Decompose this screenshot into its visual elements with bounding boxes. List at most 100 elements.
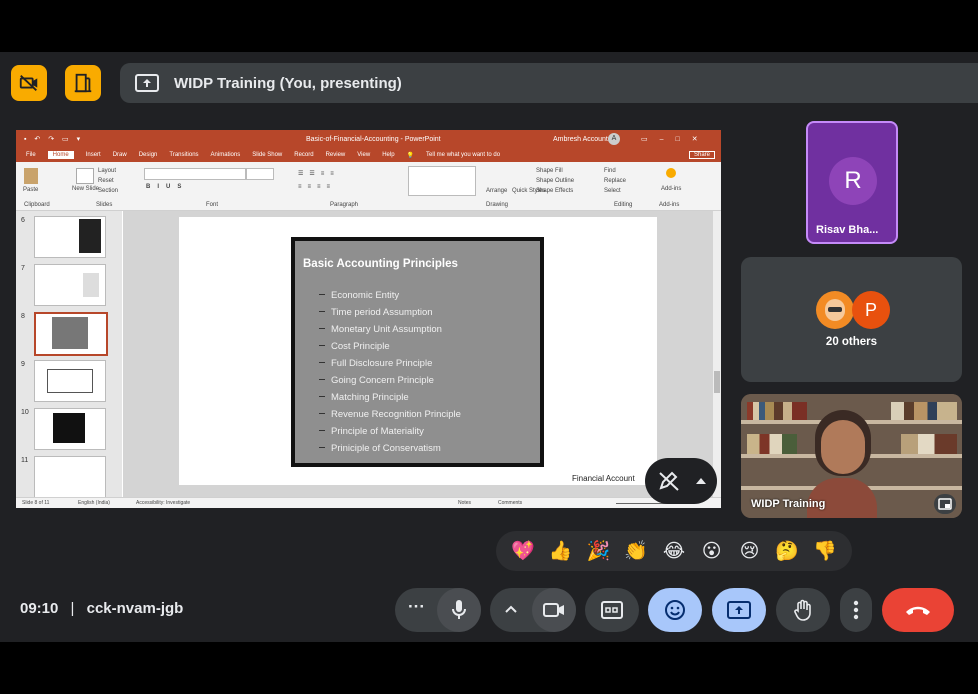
slide-thumbnail[interactable] [34, 456, 106, 498]
books [891, 402, 957, 420]
shape-fill-button[interactable]: Shape Fill [536, 168, 563, 174]
slide-thumbnail[interactable] [34, 408, 106, 450]
caret-up-icon[interactable] [695, 476, 707, 486]
reactions-button[interactable] [648, 588, 702, 632]
tab-file[interactable]: File [26, 152, 36, 158]
raise-hand-button[interactable] [776, 588, 830, 632]
shape-effects-button[interactable]: Shape Effects [536, 188, 573, 194]
reaction-thumbs-up[interactable]: 👍 [545, 539, 577, 563]
more-vert-icon [853, 600, 859, 620]
slide-thumbnail[interactable] [34, 360, 106, 402]
tell-me-box[interactable]: Tell me what you want to do [426, 152, 500, 158]
presenting-label: WIDP Training (You, presenting) [174, 74, 402, 92]
ppt-account-name: Ambresh Accounts [553, 135, 612, 143]
slide-thumbnail-pane[interactable]: 6 7 8 9 10 11 [16, 211, 122, 498]
slide-bullet: Priniciple of Conservatism [319, 443, 441, 454]
reaction-sparkling-heart[interactable]: 💖 [507, 539, 539, 563]
align-icons[interactable]: ≡≡≡≡ [298, 184, 336, 190]
self-video-tile[interactable]: WIDP Training [741, 394, 962, 518]
others-tile[interactable]: P 20 others [741, 257, 962, 382]
tab-home[interactable]: Home [47, 151, 74, 159]
slide-bullet: Revenue Recognition Principle [319, 409, 461, 420]
ppt-account-avatar[interactable]: A [608, 133, 620, 145]
chevron-up-icon[interactable] [505, 605, 517, 613]
tab-review[interactable]: Review [326, 152, 346, 158]
layout-button[interactable]: Layout [98, 168, 116, 174]
shared-screen: ▪ ↶ ↷ ▭ ▾ Basic-of-Financial-Accounting … [16, 130, 721, 508]
reset-button[interactable]: Reset [98, 178, 114, 184]
tab-animations[interactable]: Animations [211, 152, 241, 158]
reaction-laughing[interactable]: 😂 [658, 540, 690, 563]
arrange-button[interactable]: Arrange [486, 188, 507, 194]
meeting-code[interactable]: cck-nvam-jgb [87, 600, 184, 617]
layout-toggle-button[interactable] [65, 65, 101, 101]
ppt-ribbon: Paste New Slide Layout Reset Section BIU… [16, 162, 721, 211]
add-ins-button[interactable]: Add-ins [661, 186, 681, 192]
slide-thumbnail[interactable] [34, 216, 106, 258]
reaction-surprised[interactable]: 😮 [696, 540, 728, 563]
share-button[interactable]: Share [688, 151, 715, 159]
group-paragraph: Paragraph [330, 202, 359, 208]
reaction-party-popper[interactable]: 🎉 [582, 539, 614, 563]
participant-tile-featured[interactable]: R Risav Bha... [806, 121, 898, 244]
reaction-thumbs-down[interactable]: 👎 [809, 539, 841, 563]
shape-outline-button[interactable]: Shape Outline [536, 178, 574, 184]
accessibility-status[interactable]: Accessibility: Investigate [136, 500, 190, 506]
camera-button[interactable] [532, 588, 576, 632]
door-layout-icon [74, 73, 92, 93]
slide-content-frame[interactable]: Basic Accounting Principles Economic Ent… [291, 237, 544, 467]
new-slide-button[interactable]: New Slide [72, 186, 99, 192]
participant-avatar: R [829, 157, 877, 205]
tab-help[interactable]: Help [382, 152, 394, 158]
reaction-thinking[interactable]: 🤔 [771, 539, 803, 563]
quick-access-icons[interactable]: ▪ ↶ ↷ ▭ ▾ [24, 135, 83, 143]
tab-design[interactable]: Design [139, 152, 158, 158]
add-ins-icon [666, 168, 676, 178]
replace-button[interactable]: Replace [604, 178, 626, 184]
more-options-button[interactable] [840, 588, 872, 632]
reaction-crying[interactable]: 😢 [733, 540, 765, 563]
language-status[interactable]: English (India) [78, 500, 110, 506]
notes-button[interactable]: Notes [458, 500, 471, 506]
section-button[interactable]: Section [98, 188, 118, 194]
avatar [816, 291, 854, 329]
participant-name: Risav Bha... [816, 224, 879, 236]
smiley-icon [665, 600, 685, 620]
annotation-toolbar[interactable] [645, 458, 717, 504]
group-add-ins: Add-ins [659, 202, 680, 208]
select-button[interactable]: Select [604, 188, 621, 194]
vertical-scrollbar[interactable] [713, 211, 721, 497]
tab-insert[interactable]: Insert [86, 152, 101, 158]
new-slide-icon [76, 168, 94, 184]
tab-draw[interactable]: Draw [113, 152, 127, 158]
meeting-time: 09:10 [20, 600, 59, 617]
present-now-button[interactable] [712, 588, 766, 632]
microphone-button[interactable] [437, 588, 481, 632]
thumb-number: 7 [21, 265, 25, 272]
thumb-number: 8 [21, 313, 25, 320]
pen-off-icon[interactable] [657, 470, 681, 492]
captions-icon [601, 601, 623, 619]
more-audio-options-button[interactable]: ··· [408, 597, 425, 617]
tab-view[interactable]: View [357, 152, 370, 158]
self-video-name: WIDP Training [751, 498, 826, 510]
paste-button[interactable]: Paste [23, 187, 38, 193]
find-button[interactable]: Find [604, 168, 616, 174]
tab-slide-show[interactable]: Slide Show [252, 152, 282, 158]
font-size-box[interactable] [246, 168, 274, 180]
leave-call-button[interactable] [882, 588, 954, 632]
font-name-box[interactable] [144, 168, 246, 180]
captions-button[interactable] [585, 588, 639, 632]
slide-thumbnail[interactable] [34, 264, 106, 306]
reaction-clapping[interactable]: 👏 [620, 539, 652, 563]
tab-record[interactable]: Record [294, 152, 313, 158]
list-icons[interactable]: ☰☰≡≡ [298, 170, 340, 177]
comments-button[interactable]: Comments [498, 500, 522, 506]
camera-off-indicator-button[interactable] [11, 65, 47, 101]
slide-thumbnail-selected[interactable] [34, 312, 108, 356]
tab-transitions[interactable]: Transitions [169, 152, 198, 158]
font-format-icons[interactable]: BIUS [146, 184, 188, 190]
shapes-gallery[interactable] [408, 166, 476, 196]
window-controls[interactable]: ▭–□✕ [641, 135, 710, 143]
tile-options-button[interactable] [934, 494, 956, 514]
